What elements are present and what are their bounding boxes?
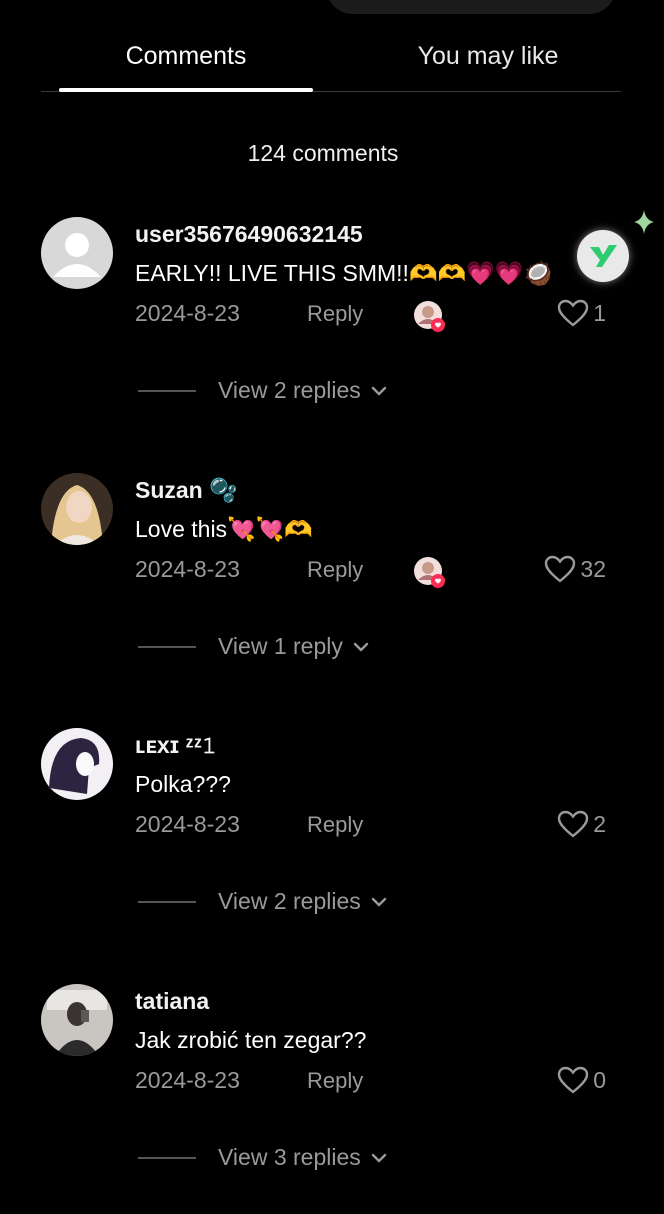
comment-item: user35676490632145 EARLY!! LIVE THIS SMM…	[0, 217, 664, 437]
chevron-down-icon	[371, 897, 386, 906]
like-button[interactable]: 1	[557, 299, 606, 327]
like-button[interactable]: 2	[557, 810, 606, 838]
comment-item: Suzan 🫧 Love this💘💘🫶 2024-8-23 Reply 32 …	[0, 473, 664, 693]
avatar[interactable]	[41, 473, 113, 545]
comment-date: 2024-8-23	[135, 556, 240, 582]
view-replies-label: View 2 replies	[218, 888, 361, 914]
avatar[interactable]	[41, 984, 113, 1056]
creator-liked-icon	[413, 556, 447, 590]
heart-outline-icon	[545, 555, 576, 583]
view-replies-label: View 2 replies	[218, 377, 361, 403]
divider-line	[138, 900, 196, 903]
reply-button[interactable]: Reply	[307, 812, 363, 838]
comment-text: Jak zrobić ten zegar??	[135, 1027, 367, 1053]
reply-button[interactable]: Reply	[307, 557, 363, 583]
heart-outline-icon	[558, 299, 589, 327]
comment-text: Polka???	[135, 771, 231, 797]
tab-bar: Comments You may like	[41, 30, 621, 92]
view-replies-button[interactable]: View 1 reply	[138, 633, 369, 660]
divider-line	[138, 1156, 196, 1159]
like-button[interactable]: 32	[544, 555, 606, 583]
like-count: 0	[593, 1066, 606, 1093]
creator-liked-icon	[413, 300, 447, 334]
like-button[interactable]: 0	[557, 1066, 606, 1094]
view-replies-button[interactable]: View 2 replies	[138, 888, 387, 915]
divider-line	[138, 645, 196, 648]
tab-comments[interactable]: Comments	[59, 42, 313, 71]
comment-count: 124 comments	[247, 140, 399, 166]
heart-outline-icon	[558, 810, 589, 838]
reply-button[interactable]: Reply	[307, 301, 363, 327]
reply-button[interactable]: Reply	[307, 1068, 363, 1094]
view-replies-button[interactable]: View 2 replies	[138, 377, 387, 404]
view-replies-label: View 1 reply	[218, 633, 343, 659]
comments-sheet: Comments You may like 124 comments user3…	[0, 0, 664, 1214]
divider-line	[138, 389, 196, 392]
comment-text: EARLY!! LIVE THIS SMM!!🫶🫶💗💗🥥	[135, 260, 553, 286]
avatar[interactable]	[41, 728, 113, 800]
floating-logo-button[interactable]	[577, 230, 629, 282]
chevron-down-icon	[371, 1153, 386, 1162]
view-replies-label: View 3 replies	[218, 1144, 361, 1170]
comment-username[interactable]: Suzan 🫧	[135, 477, 238, 504]
comment-item: tatiana Jak zrobić ten zegar?? 2024-8-23…	[0, 984, 664, 1204]
chevron-down-icon	[371, 386, 386, 395]
y-logo-icon	[590, 245, 617, 267]
comment-date: 2024-8-23	[135, 1067, 240, 1093]
comment-date: 2024-8-23	[135, 300, 240, 326]
sparkle-icon	[634, 210, 654, 234]
heart-outline-icon	[558, 1066, 589, 1094]
active-tab-indicator	[59, 88, 313, 92]
comment-username[interactable]: user35676490632145	[135, 221, 363, 248]
comment-item: ʟᴇxɪ ᶻᶻ𝟷 Polka??? 2024-8-23 Reply 2 View…	[0, 728, 664, 948]
like-count: 2	[593, 810, 606, 837]
comment-text: Love this💘💘🫶	[135, 516, 313, 542]
chevron-down-icon	[353, 642, 369, 651]
avatar[interactable]	[41, 217, 113, 289]
tab-you-may-like[interactable]: You may like	[353, 42, 623, 71]
top-search-pill[interactable]	[326, 0, 616, 14]
view-replies-button[interactable]: View 3 replies	[138, 1144, 387, 1171]
like-count: 32	[580, 555, 606, 582]
comment-username[interactable]: ʟᴇxɪ ᶻᶻ𝟷	[135, 732, 217, 759]
comment-username[interactable]: tatiana	[135, 988, 209, 1015]
like-count: 1	[593, 299, 606, 326]
comment-date: 2024-8-23	[135, 811, 240, 837]
